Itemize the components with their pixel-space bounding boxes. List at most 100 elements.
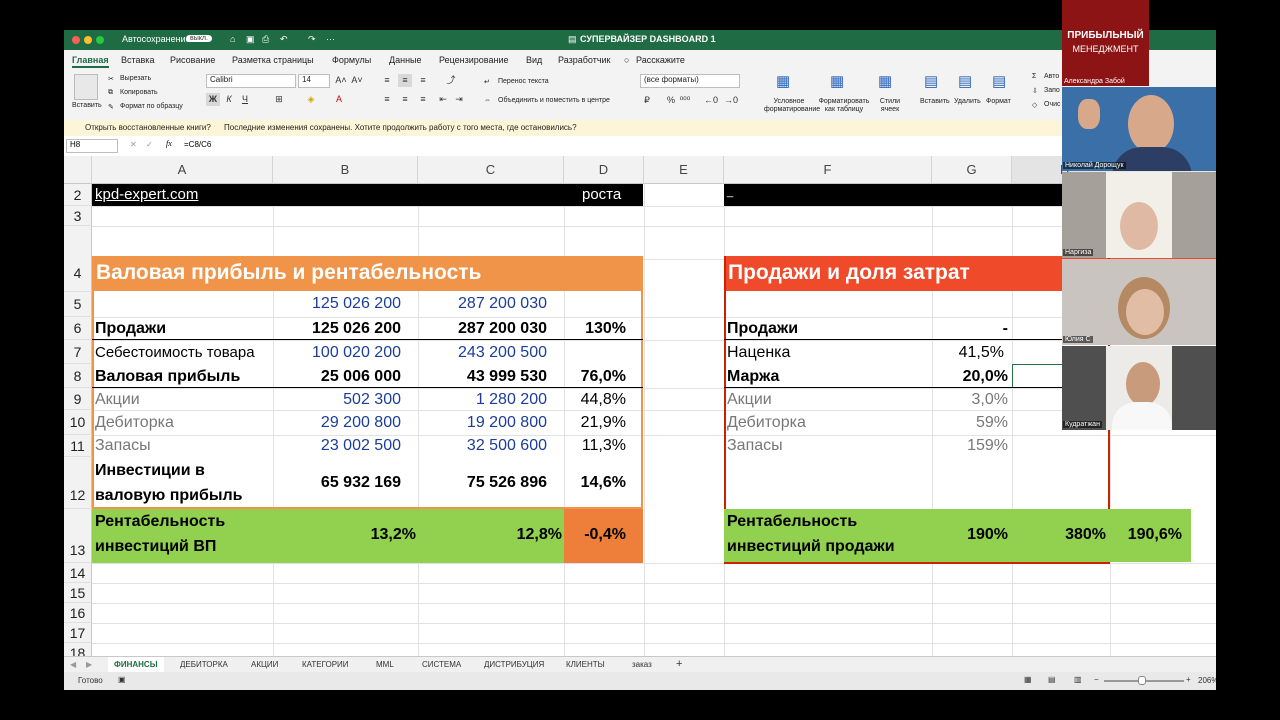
- fx-icon[interactable]: fx: [166, 139, 172, 148]
- borders-icon[interactable]: ⊞: [272, 93, 286, 106]
- tab-insert[interactable]: Вставка: [121, 55, 154, 65]
- row-header[interactable]: 6: [64, 317, 92, 340]
- minimize-window-button[interactable]: [84, 36, 92, 44]
- align-bottom-icon[interactable]: ≡: [416, 74, 430, 87]
- cell-f6[interactable]: Продажи: [727, 320, 798, 338]
- redo-icon[interactable]: ↷: [308, 34, 316, 45]
- row-header[interactable]: 16: [64, 603, 92, 623]
- more-icon[interactable]: ⋯: [326, 34, 335, 45]
- cell-h13[interactable]: 380%: [1012, 526, 1106, 544]
- cell-f11[interactable]: Запасы: [727, 437, 783, 455]
- column-header-g[interactable]: G: [932, 156, 1012, 184]
- wrap-text-button[interactable]: Перенос текста: [498, 78, 549, 85]
- cell-a8[interactable]: Валовая прибыль: [95, 368, 240, 386]
- sheet-tab-receivables[interactable]: ДЕБИТОРКА: [180, 660, 228, 669]
- align-center-icon[interactable]: ≡: [398, 93, 412, 106]
- font-color-icon[interactable]: A: [332, 93, 346, 106]
- sheet-tab-order[interactable]: заказ: [632, 660, 652, 669]
- cell-c9[interactable]: 1 280 200: [418, 391, 547, 409]
- format-cells-button[interactable]: Формат: [986, 98, 1011, 105]
- row-header[interactable]: 10: [64, 410, 92, 435]
- format-painter-button[interactable]: Формат по образцу: [120, 103, 183, 110]
- cell-d11[interactable]: 11,3%: [564, 437, 626, 455]
- sheet-tab-clients[interactable]: КЛИЕНТЫ: [566, 660, 605, 669]
- cell-f13-line2[interactable]: инвестиций продажи: [727, 538, 895, 556]
- cell-f8[interactable]: Маржа: [727, 368, 779, 386]
- cell-styles-button[interactable]: Стили ячеек: [872, 98, 908, 114]
- cell-a12-line1[interactable]: Инвестиции в: [95, 462, 205, 480]
- decimal-decrease-icon[interactable]: →0: [724, 94, 738, 107]
- page-layout-view-icon[interactable]: ▤: [1048, 675, 1056, 684]
- undo-icon[interactable]: ↶: [280, 34, 288, 45]
- column-header-e[interactable]: E: [644, 156, 724, 184]
- cell-a11[interactable]: Запасы: [95, 437, 151, 455]
- bold-button[interactable]: Ж: [206, 93, 220, 106]
- clipboard-icon[interactable]: [74, 74, 98, 100]
- cell-c6[interactable]: 287 200 030: [418, 320, 547, 338]
- number-format-select[interactable]: (все форматы): [640, 74, 740, 88]
- zoom-in-icon[interactable]: +: [1186, 675, 1191, 684]
- cell-f9[interactable]: Акции: [727, 391, 772, 409]
- row-header[interactable]: 12: [64, 457, 92, 509]
- add-sheet-button[interactable]: +: [676, 658, 682, 670]
- indent-increase-icon[interactable]: ⇥: [452, 93, 466, 106]
- maximize-window-button[interactable]: [96, 36, 104, 44]
- cell-b10[interactable]: 29 200 800: [273, 414, 401, 432]
- save-icon[interactable]: ▣: [246, 34, 255, 45]
- cell-f7[interactable]: Наценка: [727, 344, 790, 362]
- tab-view[interactable]: Вид: [526, 55, 542, 65]
- cell-b7[interactable]: 100 020 200: [273, 344, 401, 362]
- row-header[interactable]: 7: [64, 340, 92, 364]
- tell-me-search[interactable]: Расскажите: [636, 55, 685, 65]
- cell-g6[interactable]: -: [932, 320, 1008, 338]
- insert-cells-button[interactable]: Вставить: [920, 98, 950, 105]
- name-box[interactable]: H8: [66, 139, 118, 153]
- select-all-corner[interactable]: [64, 156, 92, 184]
- column-header-a[interactable]: A: [92, 156, 273, 184]
- copy-button[interactable]: Копировать: [120, 89, 158, 96]
- clear-button[interactable]: Очис: [1044, 101, 1061, 108]
- normal-view-icon[interactable]: ▦: [1024, 675, 1032, 684]
- underline-button[interactable]: Ч: [238, 93, 252, 106]
- cell-f10[interactable]: Дебиторка: [727, 414, 806, 432]
- cell-d13[interactable]: -0,4%: [564, 526, 626, 544]
- tab-review[interactable]: Рецензирование: [439, 55, 509, 65]
- tab-formulas[interactable]: Формулы: [332, 55, 371, 65]
- zoom-slider-thumb[interactable]: [1138, 676, 1146, 685]
- delete-cells-button[interactable]: Удалить: [954, 98, 981, 105]
- indent-decrease-icon[interactable]: ⇤: [436, 93, 450, 106]
- row-header[interactable]: 5: [64, 292, 92, 317]
- home-icon[interactable]: ⌂: [230, 34, 235, 44]
- cell-b9[interactable]: 502 300: [273, 391, 401, 409]
- row-header[interactable]: 15: [64, 583, 92, 603]
- cell-g9[interactable]: 3,0%: [932, 391, 1008, 409]
- close-window-button[interactable]: [72, 36, 80, 44]
- font-name-select[interactable]: Calibri: [206, 74, 296, 88]
- sheet-tab-promotions[interactable]: АКЦИИ: [251, 660, 278, 669]
- align-right-icon[interactable]: ≡: [416, 93, 430, 106]
- row-header[interactable]: 14: [64, 563, 92, 583]
- cell-i13[interactable]: 190,6%: [1110, 526, 1182, 544]
- zoom-out-icon[interactable]: −: [1094, 675, 1099, 684]
- cell-a13-line2[interactable]: инвестиций ВП: [95, 538, 216, 556]
- decrease-font-icon[interactable]: A˅: [350, 74, 364, 87]
- cell-g10[interactable]: 59%: [932, 414, 1008, 432]
- cell-d9[interactable]: 44,8%: [564, 391, 626, 409]
- cell-d6[interactable]: 130%: [564, 320, 626, 338]
- cell-a13-line1[interactable]: Рентабельность: [95, 513, 225, 531]
- sheet-tab-categories[interactable]: КАТЕГОРИИ: [302, 660, 349, 669]
- thousands-icon[interactable]: ⁰⁰⁰: [678, 94, 692, 107]
- row-header[interactable]: 8: [64, 364, 92, 388]
- formula-input[interactable]: =C8/C6: [184, 140, 211, 149]
- participant-video-kudratjan[interactable]: Кудратжан: [1062, 346, 1216, 430]
- cell-c8[interactable]: 43 999 530: [418, 368, 547, 386]
- increase-font-icon[interactable]: A˄: [334, 74, 348, 87]
- row-header[interactable]: 13: [64, 509, 92, 563]
- cell-c12[interactable]: 75 526 896: [418, 474, 547, 492]
- align-top-icon[interactable]: ≡: [380, 74, 394, 87]
- column-header-f[interactable]: F: [724, 156, 932, 184]
- row-header[interactable]: 3: [64, 206, 92, 226]
- cell-f13-line1[interactable]: Рентабельность: [727, 513, 857, 531]
- cell-g13[interactable]: 190%: [932, 526, 1008, 544]
- cell-c10[interactable]: 19 200 800: [418, 414, 547, 432]
